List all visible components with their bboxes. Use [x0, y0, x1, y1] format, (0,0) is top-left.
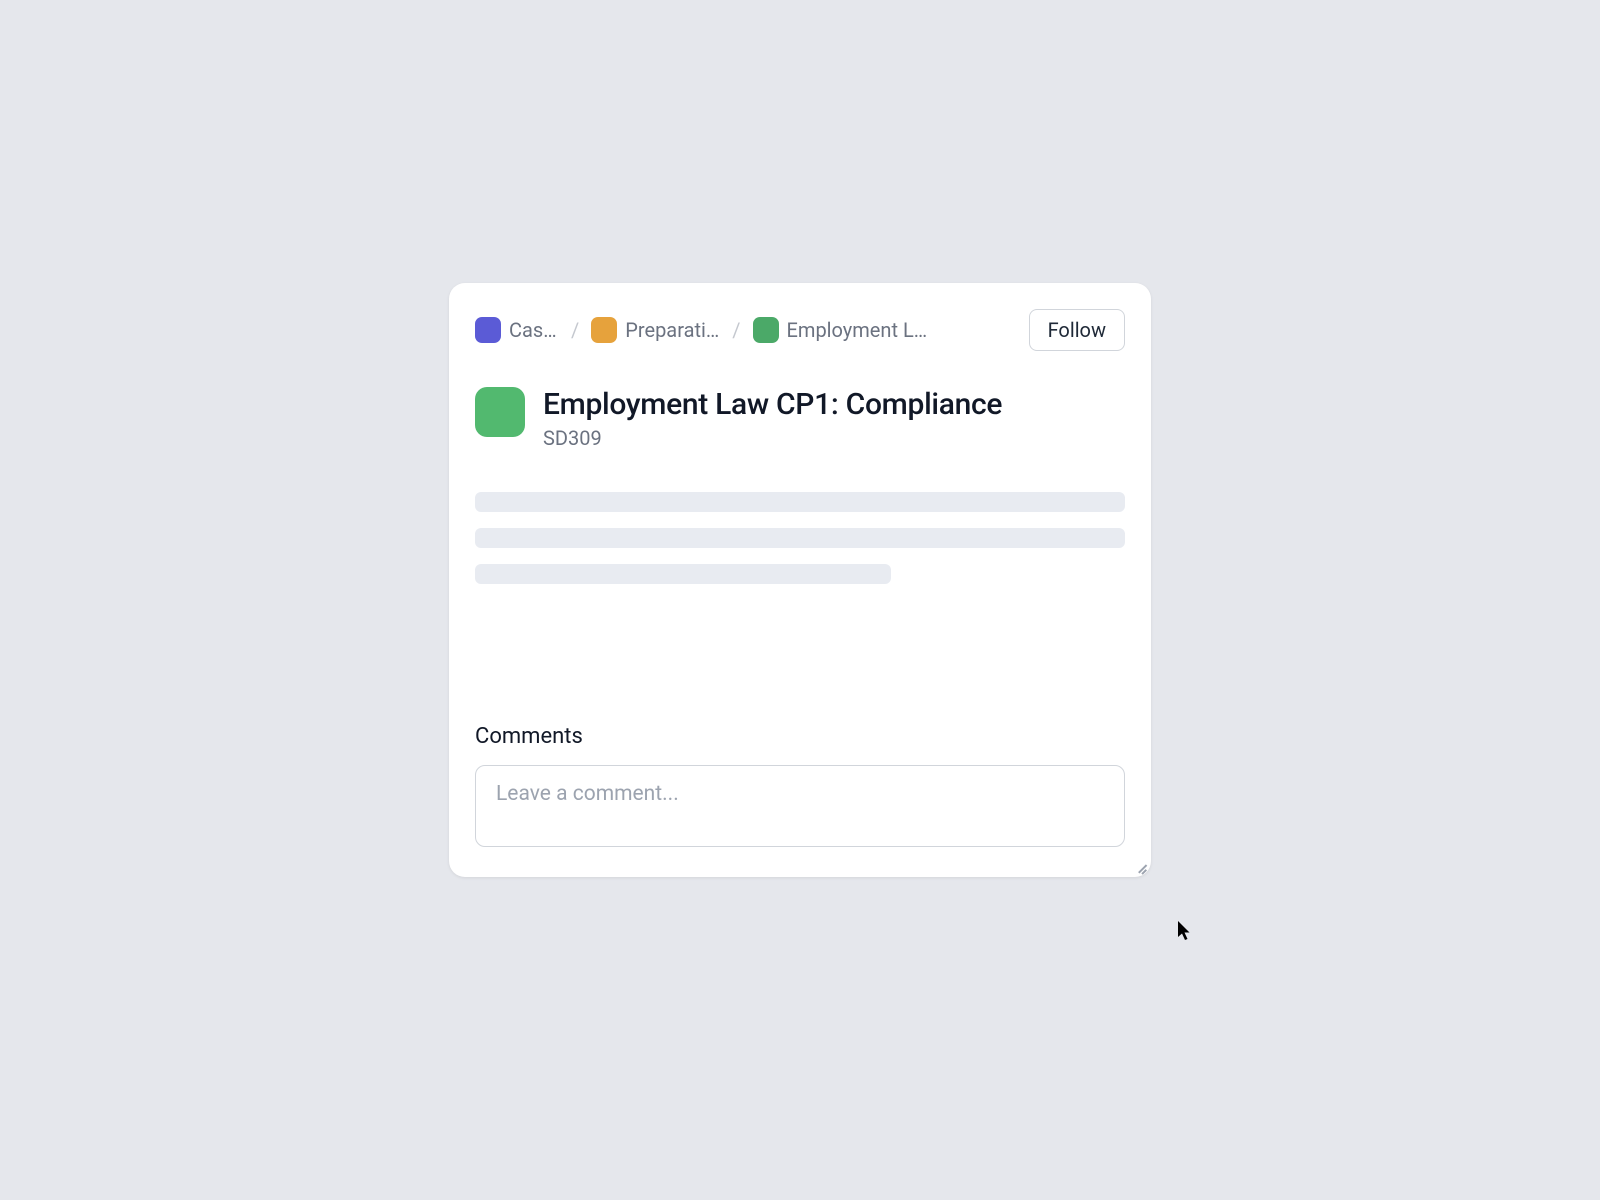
page-title: Employment Law CP1: Compliance: [543, 387, 1002, 422]
follow-button[interactable]: Follow: [1029, 309, 1125, 351]
folder-icon: [591, 317, 617, 343]
cursor-icon: [1178, 921, 1194, 943]
item-icon: [475, 387, 525, 437]
breadcrumb-label: Cases: [509, 318, 559, 342]
item-id: SD309: [543, 426, 1002, 450]
content-skeleton: [475, 492, 1125, 584]
item-card: Cases / Preparation / Employment Law CP1…: [449, 283, 1151, 877]
skeleton-line: [475, 528, 1125, 548]
card-header: Cases / Preparation / Employment Law CP1…: [475, 309, 1125, 351]
comment-input[interactable]: [475, 765, 1125, 847]
title-section: Employment Law CP1: Compliance SD309: [475, 387, 1125, 450]
folder-icon: [753, 317, 779, 343]
comments-heading: Comments: [475, 724, 1125, 749]
breadcrumb-label: Employment Law CP1: [787, 318, 932, 342]
breadcrumb-item-current[interactable]: Employment Law CP1: [753, 317, 932, 343]
breadcrumb-separator: /: [732, 318, 740, 342]
breadcrumb-separator: /: [571, 318, 579, 342]
breadcrumb: Cases / Preparation / Employment Law CP1: [475, 317, 1009, 343]
breadcrumb-item-cases[interactable]: Cases: [475, 317, 559, 343]
skeleton-line: [475, 564, 891, 584]
skeleton-line: [475, 492, 1125, 512]
breadcrumb-label: Preparation: [625, 318, 720, 342]
breadcrumb-item-preparation[interactable]: Preparation: [591, 317, 720, 343]
resize-handle[interactable]: [1133, 859, 1147, 873]
comments-section: Comments: [475, 724, 1125, 851]
title-content: Employment Law CP1: Compliance SD309: [543, 387, 1002, 450]
folder-icon: [475, 317, 501, 343]
